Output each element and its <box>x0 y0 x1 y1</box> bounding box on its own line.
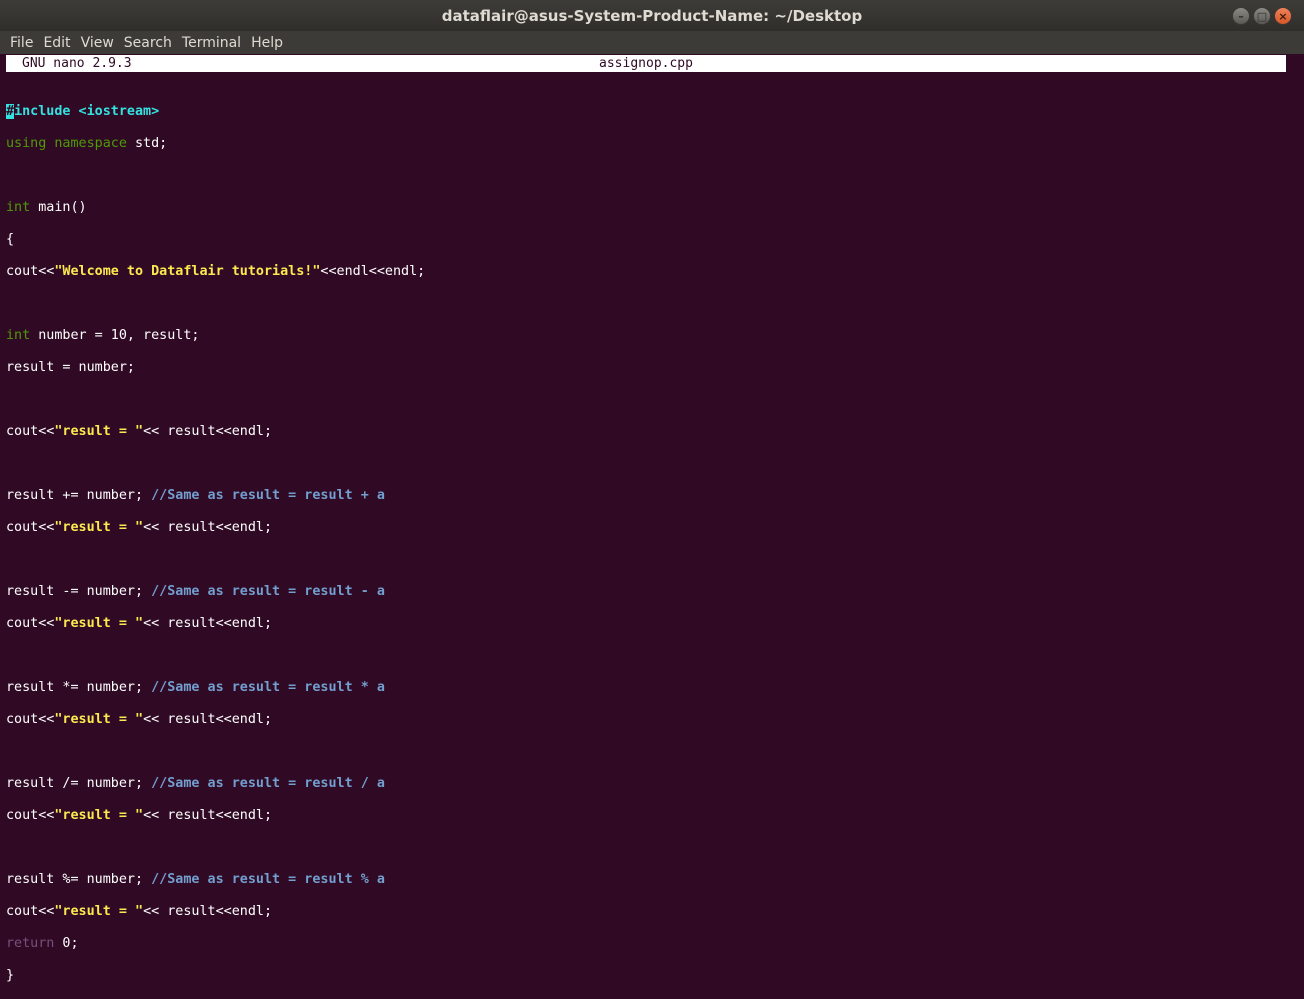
code-token: 0; <box>54 936 79 951</box>
code-token: << result<<endl; <box>143 424 273 439</box>
code-token: using namespace <box>6 136 127 151</box>
code-token: cout<< <box>6 904 55 919</box>
code-token: cout<< <box>6 264 55 279</box>
code-line-27: return 0; <box>6 935 1286 952</box>
window-title: dataflair@asus-System-Product-Name: ~/De… <box>441 7 863 25</box>
code-line-4: int main() <box>6 199 1286 216</box>
code-line-9: result = number; <box>6 359 1286 376</box>
code-token: std; <box>126 136 168 151</box>
nano-filename: assignop.cpp <box>599 56 693 71</box>
code-line-14: cout<<"result = "<< result<<endl; <box>6 519 1286 536</box>
menu-view[interactable]: View <box>76 35 119 51</box>
code-token: //Same as result = result % a <box>151 872 385 887</box>
code-line-19: result *= number; //Same as result = res… <box>6 679 1286 696</box>
code-token: return <box>6 936 55 951</box>
code-token: include <iostream> <box>14 104 160 119</box>
menu-file[interactable]: File <box>0 35 38 51</box>
text-cursor: # <box>6 104 15 119</box>
code-line-28: } <box>6 967 1286 984</box>
close-button[interactable]: × <box>1274 7 1292 25</box>
code-token: << result<<endl; <box>143 712 273 727</box>
code-token: main() <box>30 200 87 215</box>
menu-bar: File Edit View Search Terminal Help <box>0 31 1304 54</box>
code-token: << result<<endl; <box>143 904 273 919</box>
code-editor[interactable]: #include <iostream> using namespace std;… <box>6 88 1286 983</box>
code-line-20: cout<<"result = "<< result<<endl; <box>6 711 1286 728</box>
nano-header-bar: GNU nano 2.9.3 assignop.cpp <box>6 55 1286 72</box>
code-token: cout<< <box>6 424 55 439</box>
code-line-17: cout<<"result = "<< result<<endl; <box>6 615 1286 632</box>
code-token: "Welcome to Dataflair tutorials!" <box>54 264 321 279</box>
code-token: "result = " <box>54 520 144 535</box>
window-titlebar[interactable]: dataflair@asus-System-Product-Name: ~/De… <box>0 0 1304 31</box>
code-token: cout<< <box>6 808 55 823</box>
code-token: << result<<endl; <box>143 808 273 823</box>
code-token: "result = " <box>54 808 144 823</box>
code-token: "result = " <box>54 424 144 439</box>
code-token: result = number; <box>6 360 135 375</box>
menu-edit[interactable]: Edit <box>38 35 75 51</box>
code-token: int <box>6 200 31 215</box>
code-line-13: result += number; //Same as result = res… <box>6 487 1286 504</box>
code-token: cout<< <box>6 520 55 535</box>
code-line-6: cout<<"Welcome to Dataflair tutorials!"<… <box>6 263 1286 280</box>
code-token: "result = " <box>54 904 144 919</box>
code-token: "result = " <box>54 712 144 727</box>
code-line-23: cout<<"result = "<< result<<endl; <box>6 807 1286 824</box>
code-line-26: cout<<"result = "<< result<<endl; <box>6 903 1286 920</box>
code-line-2: using namespace std; <box>6 135 1286 152</box>
code-line-16: result -= number; //Same as result = res… <box>6 583 1286 600</box>
code-token: <<endl<<endl; <box>320 264 426 279</box>
code-token: cout<< <box>6 712 55 727</box>
code-line-1: #include <iostream> <box>6 103 1286 120</box>
code-line-11: cout<<"result = "<< result<<endl; <box>6 423 1286 440</box>
maximize-button[interactable]: □ <box>1253 7 1271 25</box>
code-token: result -= number; <box>6 584 152 599</box>
window-controls: – □ × <box>1232 7 1292 25</box>
code-token: result += number; <box>6 488 152 503</box>
minimize-button[interactable]: – <box>1232 7 1250 25</box>
code-token: //Same as result = result / a <box>151 776 385 791</box>
code-token: //Same as result = result - a <box>151 584 385 599</box>
code-token: << result<<endl; <box>143 520 273 535</box>
code-token: //Same as result = result * a <box>151 680 385 695</box>
code-token: cout<< <box>6 616 55 631</box>
terminal-scrollbar[interactable] <box>1289 55 1301 615</box>
menu-search[interactable]: Search <box>119 35 177 51</box>
code-line-22: result /= number; //Same as result = res… <box>6 775 1286 792</box>
menu-help[interactable]: Help <box>246 35 288 51</box>
code-token: result %= number; <box>6 872 152 887</box>
code-token: "result = " <box>54 616 144 631</box>
code-token: result *= number; <box>6 680 152 695</box>
code-line-5: { <box>6 231 1286 248</box>
code-line-25: result %= number; //Same as result = res… <box>6 871 1286 888</box>
code-token: number = 10, result; <box>30 328 200 343</box>
code-token: //Same as result = result + a <box>151 488 385 503</box>
code-token: } <box>6 968 15 983</box>
code-token: << result<<endl; <box>143 616 273 631</box>
code-line-8: int number = 10, result; <box>6 327 1286 344</box>
code-token: int <box>6 328 31 343</box>
code-token: result /= number; <box>6 776 152 791</box>
code-token: { <box>6 232 15 247</box>
menu-terminal[interactable]: Terminal <box>177 35 246 51</box>
